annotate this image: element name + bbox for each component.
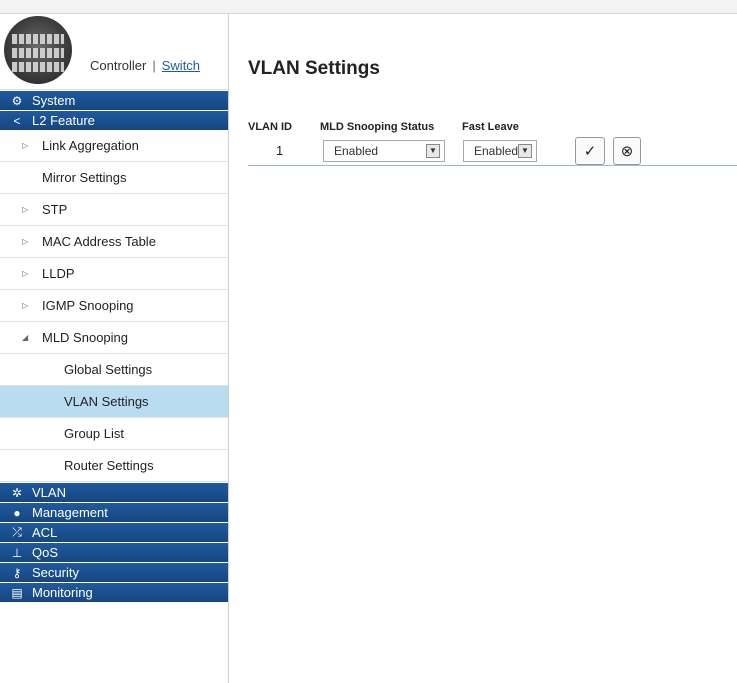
chevron-down-icon[interactable]: ▼ bbox=[518, 143, 532, 158]
sidebar-item-link-aggregation[interactable]: ▷ Link Aggregation bbox=[0, 130, 228, 162]
fast-leave-select[interactable]: Enabled ▼ bbox=[463, 139, 537, 162]
sidebar-item-igmp-snooping[interactable]: ▷ IGMP Snooping bbox=[0, 290, 228, 322]
table-row: 1 Enabled ▼ Enabled ▼ ✓ ⊗ bbox=[248, 136, 737, 166]
monitor-icon: ▤ bbox=[11, 585, 23, 600]
sidebar-section-label: L2 Feature bbox=[32, 113, 95, 128]
sidebar-item-lldp[interactable]: ▷ LLDP bbox=[0, 258, 228, 290]
sidebar-item-stp[interactable]: ▷ STP bbox=[0, 194, 228, 226]
page-title: VLAN Settings bbox=[248, 58, 380, 79]
sidebar-item-label: STP bbox=[42, 202, 68, 217]
column-header-vlan-id: VLAN ID bbox=[248, 121, 292, 133]
sidebar-section-monitoring[interactable]: ▤ Monitoring bbox=[0, 583, 228, 602]
cancel-button[interactable]: ⊗ bbox=[613, 136, 641, 165]
switch-link[interactable]: Switch bbox=[162, 58, 200, 73]
key-icon: ⚷ bbox=[12, 565, 22, 580]
sidebar-item-label: LLDP bbox=[42, 266, 75, 281]
table-header: VLAN ID MLD Snooping Status Fast Leave bbox=[248, 118, 737, 136]
switch-device-image bbox=[4, 16, 72, 84]
sidebar-item-mac-address-table[interactable]: ▷ MAC Address Table bbox=[0, 226, 228, 258]
main-content: VLAN Settings VLAN ID MLD Snooping Statu… bbox=[230, 14, 737, 683]
sidebar-item-label: VLAN Settings bbox=[64, 394, 149, 409]
sidebar-section-acl[interactable]: ⤮ ACL bbox=[0, 523, 228, 542]
sidebar-section-l2-feature[interactable]: < L2 Feature bbox=[0, 111, 228, 130]
sidebar-section-system[interactable]: ⚙ System bbox=[0, 91, 228, 110]
sidebar-item-mld-snooping[interactable]: ◢ MLD Snooping bbox=[0, 322, 228, 354]
sidebar-item-label: IGMP Snooping bbox=[42, 298, 134, 313]
column-header-mld-status: MLD Snooping Status bbox=[320, 121, 435, 133]
mld-status-value: Enabled bbox=[334, 143, 379, 158]
sidebar-section-label: Security bbox=[32, 565, 79, 580]
expand-arrow-icon: ▷ bbox=[22, 237, 29, 246]
user-icon: ● bbox=[13, 505, 21, 520]
sidebar-section-vlan[interactable]: ✲ VLAN bbox=[0, 483, 228, 502]
column-header-fast-leave: Fast Leave bbox=[462, 121, 519, 133]
shuffle-icon: ⤮ bbox=[12, 525, 22, 539]
sidebar-item-label: MAC Address Table bbox=[42, 234, 156, 249]
sidebar-item-global-settings[interactable]: Global Settings bbox=[0, 354, 228, 386]
vlan-settings-table: VLAN ID MLD Snooping Status Fast Leave 1… bbox=[248, 118, 737, 166]
sidebar-section-label: VLAN bbox=[32, 485, 66, 500]
sidebar-section-label: Monitoring bbox=[32, 585, 93, 600]
sidebar-section-security[interactable]: ⚷ Security bbox=[0, 563, 228, 582]
expand-arrow-icon: ▷ bbox=[22, 205, 29, 214]
sidebar-item-label: Router Settings bbox=[64, 458, 154, 473]
top-bar bbox=[0, 0, 737, 14]
expand-arrow-icon: ▷ bbox=[22, 141, 29, 150]
sidebar-item-group-list[interactable]: Group List bbox=[0, 418, 228, 450]
sidebar-item-router-settings[interactable]: Router Settings bbox=[0, 450, 228, 482]
network-icon: ⊥ bbox=[11, 545, 23, 560]
mld-status-select[interactable]: Enabled ▼ bbox=[323, 139, 445, 162]
sidebar-section-qos[interactable]: ⊥ QoS bbox=[0, 543, 228, 562]
sidebar: Controller | Switch ⚙ System < L2 Feature … bbox=[0, 14, 229, 683]
checkmark-icon: ✓ bbox=[583, 142, 597, 160]
fast-leave-value: Enabled bbox=[474, 143, 519, 158]
vlan-icon: ✲ bbox=[11, 485, 23, 500]
apply-button[interactable]: ✓ bbox=[575, 136, 605, 165]
brand-header: Controller | Switch bbox=[0, 14, 228, 90]
collapse-arrow-icon: ◢ bbox=[22, 333, 29, 342]
sidebar-section-label: Management bbox=[32, 505, 108, 520]
chevron-down-icon[interactable]: ▼ bbox=[426, 143, 440, 158]
gear-icon: ⚙ bbox=[11, 93, 23, 108]
sidebar-item-label: MLD Snooping bbox=[42, 330, 128, 345]
sidebar-section-label: QoS bbox=[32, 545, 59, 560]
sidebar-item-vlan-settings[interactable]: VLAN Settings bbox=[0, 386, 228, 418]
vlan-id-cell: 1 bbox=[276, 143, 284, 158]
sidebar-item-label: Group List bbox=[64, 426, 124, 441]
sidebar-item-label: Mirror Settings bbox=[42, 170, 127, 185]
expand-arrow-icon: ▷ bbox=[22, 269, 29, 278]
close-circle-icon: ⊗ bbox=[620, 142, 634, 160]
sidebar-section-label: System bbox=[32, 93, 76, 108]
sidebar-item-label: Global Settings bbox=[64, 362, 153, 377]
sidebar-item-mirror-settings[interactable]: Mirror Settings bbox=[0, 162, 228, 194]
expand-arrow-icon: ▷ bbox=[22, 301, 29, 310]
sidebar-section-label: ACL bbox=[32, 525, 58, 540]
share-icon: < bbox=[13, 113, 21, 128]
sidebar-item-label: Link Aggregation bbox=[42, 138, 139, 153]
sidebar-section-management[interactable]: ● Management bbox=[0, 503, 228, 522]
controller-link[interactable]: Controller bbox=[90, 58, 146, 73]
header-separator: | bbox=[152, 58, 156, 73]
